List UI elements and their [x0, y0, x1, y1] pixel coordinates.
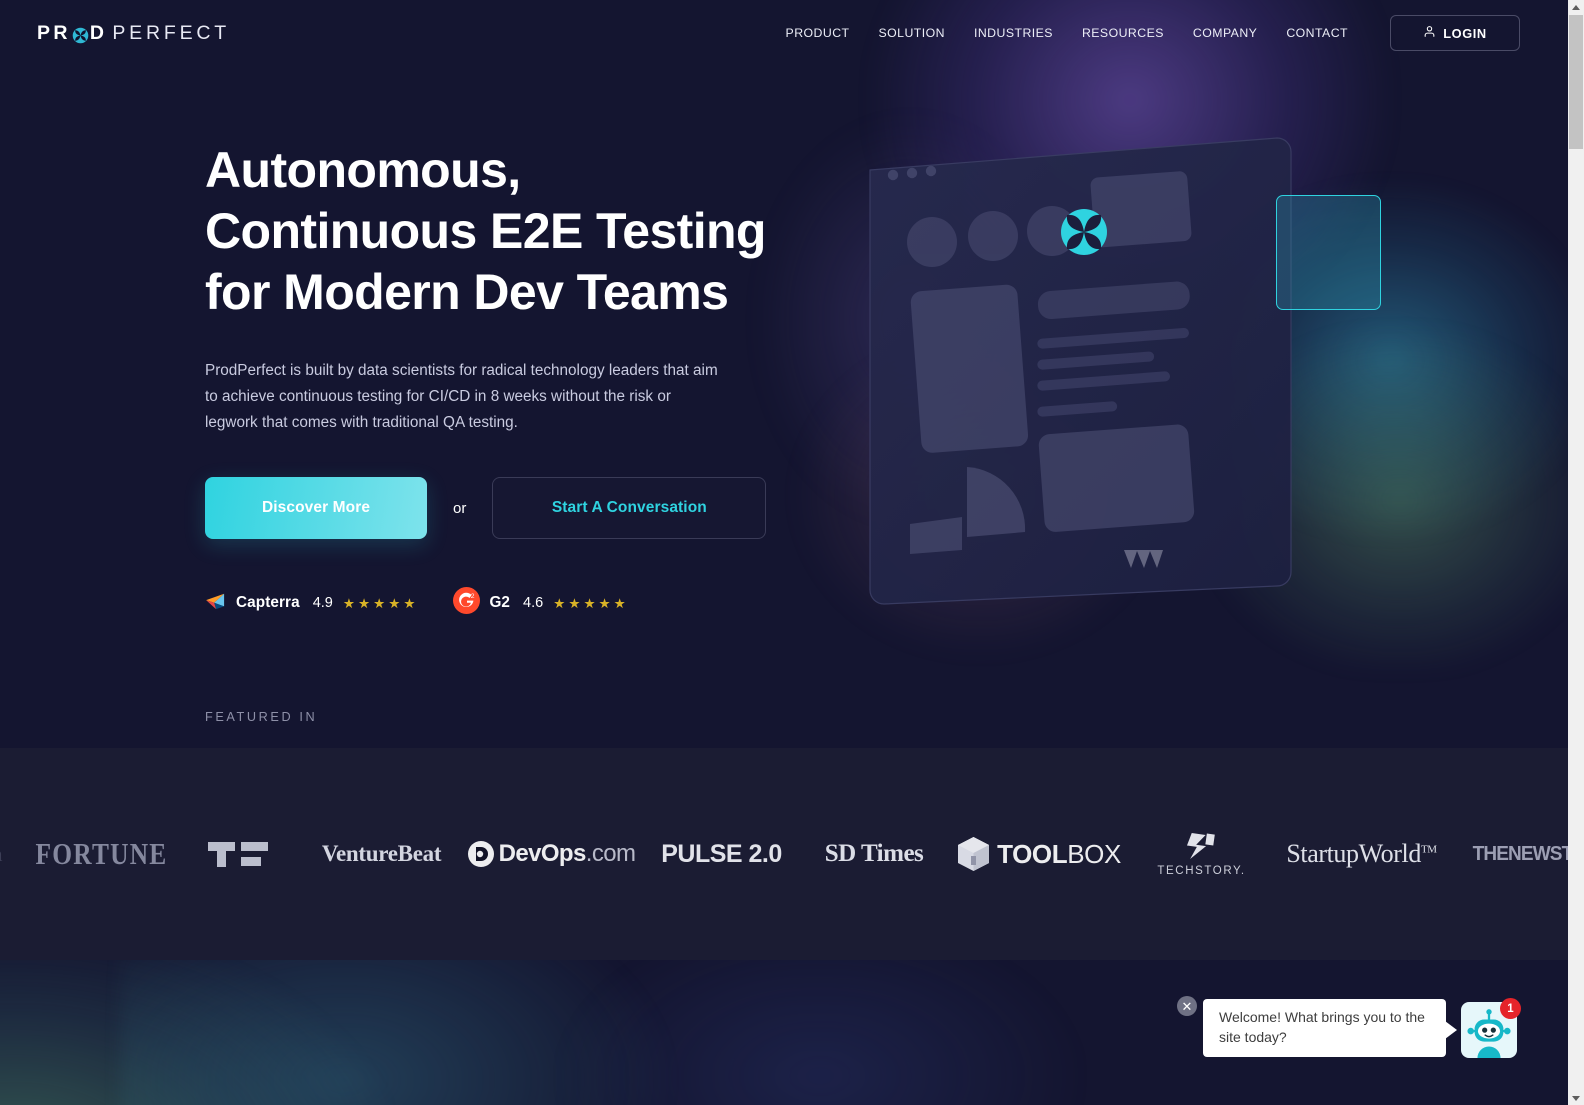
hero-content: Autonomous, Continuous E2E Testing for M…	[205, 140, 805, 619]
site-logo[interactable]: PR D PERFECT	[37, 23, 230, 45]
hero-subtext: ProdPerfect is built by data scientists …	[205, 362, 718, 431]
chat-message-bubble[interactable]: Welcome! What brings you to the site tod…	[1203, 999, 1457, 1057]
site-header: PR D PERFECT PRODUCT SOLUTION INDUSTRIES	[0, 0, 1568, 66]
logo-item-pulse[interactable]: PULSE 2.0	[639, 840, 804, 869]
toolbox-label: TOOLBOX	[997, 838, 1121, 869]
page-title: Autonomous, Continuous E2E Testing for M…	[205, 140, 805, 323]
startupworld-label: StartupWorldTM	[1286, 839, 1437, 868]
discover-more-button[interactable]: Discover More	[205, 477, 427, 540]
headline-line-2: Continuous E2E Testing	[205, 203, 766, 259]
nav-item-solution[interactable]: SOLUTION	[879, 26, 945, 40]
g2-icon: 2	[453, 587, 481, 619]
devops-label: DevOps.com	[498, 840, 636, 867]
hero-accent-square	[1276, 195, 1381, 310]
main-navigation: PRODUCT SOLUTION INDUSTRIES RESOURCES CO…	[786, 0, 1348, 66]
featured-logos-band: on FORTUNE VentureBeat	[0, 748, 1568, 960]
toolbox-cube-icon	[958, 837, 990, 871]
scrollbar-thumb[interactable]	[1569, 15, 1583, 149]
headline-line-1: Autonomous,	[205, 142, 521, 198]
capterra-icon	[205, 592, 227, 615]
chat-message-text: Welcome! What brings you to the site tod…	[1219, 1009, 1425, 1045]
featured-in-label: FEATURED IN	[205, 710, 318, 724]
techstory-icon	[1186, 832, 1215, 859]
headline-line-3: for Modern Dev Teams	[205, 264, 729, 320]
logo-item-techstory[interactable]: TECHSTORY.	[1134, 832, 1269, 877]
logo-text-perfect: PERFECT	[112, 22, 230, 45]
rating-g2[interactable]: 2 G2 4.6 ★ ★ ★ ★ ★	[453, 587, 626, 619]
login-button-label: LOGIN	[1443, 25, 1487, 41]
chat-close-button[interactable]: ✕	[1177, 996, 1197, 1016]
prodperfect-mark-icon	[72, 27, 89, 44]
hero-cta-row: Discover More or Start A Conversation	[205, 477, 805, 540]
cta-separator-label: or	[453, 499, 467, 517]
scroll-up-icon[interactable]	[1568, 0, 1584, 14]
logo-item-venturebeat[interactable]: VentureBeat	[299, 841, 464, 867]
page-content: PR D PERFECT PRODUCT SOLUTION INDUSTRIES	[0, 0, 1568, 1105]
rating-score-capterra: 4.9	[312, 595, 333, 612]
logo-item-techcrunch[interactable]	[179, 838, 299, 870]
rating-score-g2: 4.6	[523, 595, 544, 612]
bottom-glow-blue	[560, 960, 1080, 1105]
logo-text-d: D	[89, 22, 108, 45]
rating-brand-capterra: Capterra	[236, 594, 300, 612]
user-icon	[1423, 25, 1436, 41]
logo-item-thenewstack[interactable]: THENEWSTACK	[1454, 843, 1568, 866]
login-button[interactable]: LOGIN	[1390, 15, 1520, 51]
logo-text-prod: PR	[37, 22, 71, 45]
rating-brand-g2: G2	[489, 594, 511, 612]
featured-logos-strip: on FORTUNE VentureBeat	[0, 832, 1568, 877]
rating-capterra[interactable]: Capterra 4.9 ★ ★ ★ ★ ★	[205, 592, 415, 615]
browser-viewport: PR D PERFECT PRODUCT SOLUTION INDUSTRIES	[0, 0, 1584, 1105]
ratings-row: Capterra 4.9 ★ ★ ★ ★ ★ 2 G2 4.6 ★ ★ ★ ★ …	[205, 587, 805, 619]
nav-item-industries[interactable]: INDUSTRIES	[974, 26, 1053, 40]
hero-illustration	[862, 132, 1292, 612]
nav-item-contact[interactable]: CONTACT	[1286, 26, 1348, 40]
nav-item-product[interactable]: PRODUCT	[786, 26, 850, 40]
rating-stars-g2: ★ ★ ★ ★ ★	[553, 595, 626, 611]
close-icon: ✕	[1181, 998, 1193, 1014]
svg-text:2: 2	[471, 593, 475, 600]
chat-unread-badge: 1	[1500, 998, 1521, 1019]
start-conversation-button[interactable]: Start A Conversation	[492, 477, 767, 540]
nav-item-company[interactable]: COMPANY	[1193, 26, 1257, 40]
logo-item[interactable]: on	[0, 842, 24, 867]
logo-item-fortune[interactable]: FORTUNE	[24, 836, 179, 872]
devops-icon	[467, 841, 494, 867]
logo-item-devops[interactable]: DevOps.com	[464, 840, 639, 868]
logo-item-sdtimes[interactable]: SD Times	[804, 840, 944, 868]
page-scrollbar[interactable]	[1568, 0, 1584, 1105]
nav-item-resources[interactable]: RESOURCES	[1082, 26, 1164, 40]
logo-item-toolbox[interactable]: TOOLBOX	[944, 836, 1134, 872]
logo-item-startupworld[interactable]: StartupWorldTM	[1269, 839, 1454, 869]
scroll-down-icon[interactable]	[1568, 1091, 1584, 1105]
techcrunch-icon	[208, 842, 268, 867]
rating-stars-capterra: ★ ★ ★ ★ ★	[342, 595, 416, 611]
